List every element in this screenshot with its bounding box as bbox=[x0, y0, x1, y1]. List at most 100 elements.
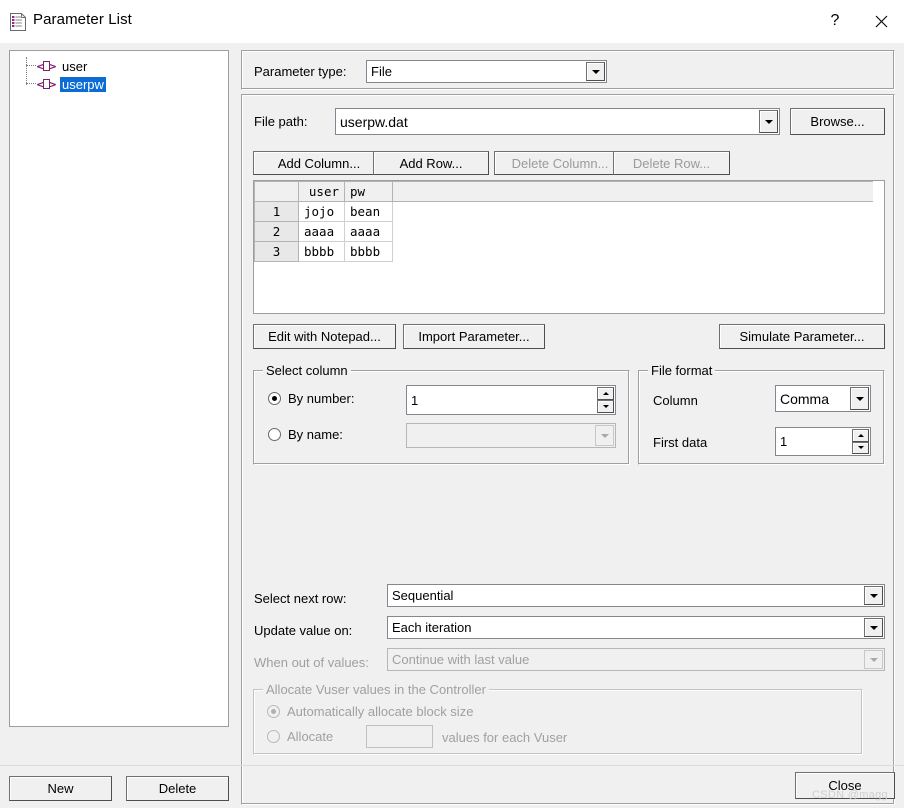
close-button-label: Close bbox=[828, 778, 862, 793]
grid-table: user pw 1 jojo bean 2 aaaa aaaa 3 bbbb b… bbox=[254, 181, 873, 262]
tree-item-label: user bbox=[62, 59, 88, 74]
spinner-up-icon[interactable] bbox=[852, 429, 869, 442]
spinner-up-icon[interactable] bbox=[597, 387, 614, 400]
simulate-parameter-label: Simulate Parameter... bbox=[739, 329, 865, 344]
parameter-type-label: Parameter type: bbox=[254, 64, 347, 79]
parameter-type-value: File bbox=[371, 64, 392, 79]
chevron-down-icon[interactable] bbox=[850, 387, 869, 410]
allocate-vuser-caption: Allocate Vuser values in the Controller bbox=[263, 682, 489, 697]
dialog-body: < > user < > userpw New Delete Parameter… bbox=[0, 43, 904, 808]
when-out-of-values-label: When out of values: bbox=[254, 655, 369, 670]
edit-with-notepad-button[interactable]: Edit with Notepad... bbox=[253, 324, 396, 349]
parameter-list-icon bbox=[9, 12, 27, 32]
question-mark-icon: ? bbox=[830, 12, 840, 29]
format-column-value: Comma bbox=[780, 390, 830, 407]
chevron-down-icon[interactable] bbox=[864, 618, 883, 637]
file-path-value: userpw.dat bbox=[340, 113, 408, 130]
grid-cell[interactable]: bbbb bbox=[298, 241, 345, 262]
when-out-of-values-combo[interactable]: Continue with last value bbox=[387, 648, 885, 671]
chevron-down-icon[interactable] bbox=[759, 110, 778, 133]
parameter-list-dialog: Parameter List ? < > user < > userpw New… bbox=[0, 0, 904, 808]
select-next-row-value: Sequential bbox=[392, 588, 454, 603]
delete-column-button[interactable]: Delete Column... bbox=[494, 151, 626, 175]
grid-row-header[interactable]: 3 bbox=[254, 241, 299, 262]
grid-cell[interactable]: aaaa bbox=[344, 221, 393, 242]
delete-parameter-button[interactable]: Delete bbox=[126, 776, 229, 801]
first-data-value[interactable]: 1 bbox=[776, 428, 852, 455]
format-column-combo[interactable]: Comma bbox=[775, 385, 871, 412]
add-column-button[interactable]: Add Column... bbox=[253, 151, 385, 175]
parameter-tree[interactable]: < > user < > userpw bbox=[9, 50, 229, 727]
tree-item-userpw[interactable]: < > userpw bbox=[36, 76, 106, 93]
update-value-on-label: Update value on: bbox=[254, 623, 353, 638]
table-row[interactable]: 2 aaaa aaaa bbox=[254, 221, 873, 242]
chevron-down-icon[interactable] bbox=[864, 650, 883, 669]
grid-row-header[interactable]: 2 bbox=[254, 221, 299, 242]
by-name-combo[interactable] bbox=[406, 423, 616, 448]
browse-button[interactable]: Browse... bbox=[790, 108, 885, 135]
grid-corner-cell bbox=[254, 181, 299, 202]
chevron-down-icon[interactable] bbox=[595, 425, 614, 446]
grid-cell[interactable]: bean bbox=[344, 201, 393, 222]
update-value-on-value: Each iteration bbox=[392, 620, 472, 635]
grid-cell-filler bbox=[392, 201, 873, 222]
spinner-down-icon[interactable] bbox=[597, 400, 614, 413]
format-column-label: Column bbox=[653, 393, 698, 408]
update-value-on-combo[interactable]: Each iteration bbox=[387, 616, 885, 639]
import-parameter-button[interactable]: Import Parameter... bbox=[403, 324, 545, 349]
close-window-button[interactable] bbox=[858, 0, 904, 42]
table-row[interactable]: 3 bbbb bbbb bbox=[254, 241, 873, 262]
allocate-label: Allocate bbox=[287, 729, 334, 744]
grid-cell[interactable]: bbbb bbox=[344, 241, 393, 262]
spinner-down-icon[interactable] bbox=[852, 441, 869, 454]
by-name-radio[interactable]: By name: bbox=[268, 427, 343, 442]
file-path-label: File path: bbox=[254, 114, 308, 129]
by-number-radio[interactable]: By number: bbox=[268, 391, 354, 406]
grid-cell[interactable]: aaaa bbox=[298, 221, 345, 242]
spinner-buttons[interactable] bbox=[597, 387, 614, 413]
tree-guide-line bbox=[26, 57, 27, 85]
allocate-value-input[interactable] bbox=[366, 725, 433, 748]
chevron-down-icon[interactable] bbox=[864, 586, 883, 605]
file-format-caption: File format bbox=[648, 363, 716, 378]
file-path-combo[interactable]: userpw.dat bbox=[335, 108, 780, 135]
delete-row-label: Delete Row... bbox=[632, 155, 711, 171]
allocate-radio[interactable]: Allocate bbox=[267, 729, 333, 744]
parameter-type-combo[interactable]: File bbox=[366, 60, 607, 83]
spinner-buttons[interactable] bbox=[852, 429, 869, 454]
table-row[interactable]: 1 jojo bean bbox=[254, 201, 873, 222]
parameter-data-grid[interactable]: user pw 1 jojo bean 2 aaaa aaaa 3 bbbb b… bbox=[253, 180, 885, 314]
by-number-spinner[interactable]: 1 bbox=[406, 385, 616, 415]
grid-cell[interactable]: jojo bbox=[298, 201, 345, 222]
import-parameter-label: Import Parameter... bbox=[418, 329, 530, 344]
select-column-group: Select column By number: 1 By name: bbox=[253, 363, 630, 465]
parameter-icon: < > bbox=[36, 60, 57, 73]
tree-item-label: userpw bbox=[60, 77, 106, 92]
first-data-spinner[interactable]: 1 bbox=[775, 427, 871, 456]
when-out-of-values-value: Continue with last value bbox=[392, 652, 530, 667]
grid-cell-filler bbox=[392, 241, 873, 262]
new-parameter-button[interactable]: New bbox=[9, 776, 112, 801]
right-column: Parameter type: File File path: userpw.d… bbox=[241, 50, 895, 805]
grid-col-filler bbox=[392, 181, 873, 202]
add-row-label: Add Row... bbox=[399, 155, 463, 171]
help-button[interactable]: ? bbox=[812, 0, 858, 42]
select-next-row-combo[interactable]: Sequential bbox=[387, 584, 885, 607]
grid-col-header[interactable]: user bbox=[298, 181, 345, 202]
tree-guide-branch bbox=[26, 83, 36, 84]
by-number-value[interactable]: 1 bbox=[407, 386, 597, 414]
delete-column-label: Delete Column... bbox=[511, 155, 609, 171]
auto-allocate-radio[interactable]: Automatically allocate block size bbox=[267, 704, 473, 719]
delete-row-button[interactable]: Delete Row... bbox=[613, 151, 730, 175]
grid-row-header[interactable]: 1 bbox=[254, 201, 299, 222]
browse-button-label: Browse... bbox=[810, 114, 865, 129]
tree-item-user[interactable]: < > user bbox=[36, 58, 89, 75]
parameter-type-panel: Parameter type: File bbox=[241, 50, 895, 90]
grid-col-header[interactable]: pw bbox=[344, 181, 393, 202]
radio-dot-icon bbox=[267, 705, 280, 718]
add-row-button[interactable]: Add Row... bbox=[373, 151, 489, 175]
simulate-parameter-button[interactable]: Simulate Parameter... bbox=[719, 324, 885, 349]
chevron-down-icon[interactable] bbox=[586, 62, 605, 81]
close-button[interactable]: Close bbox=[795, 772, 895, 799]
radio-dot-icon bbox=[268, 392, 281, 405]
